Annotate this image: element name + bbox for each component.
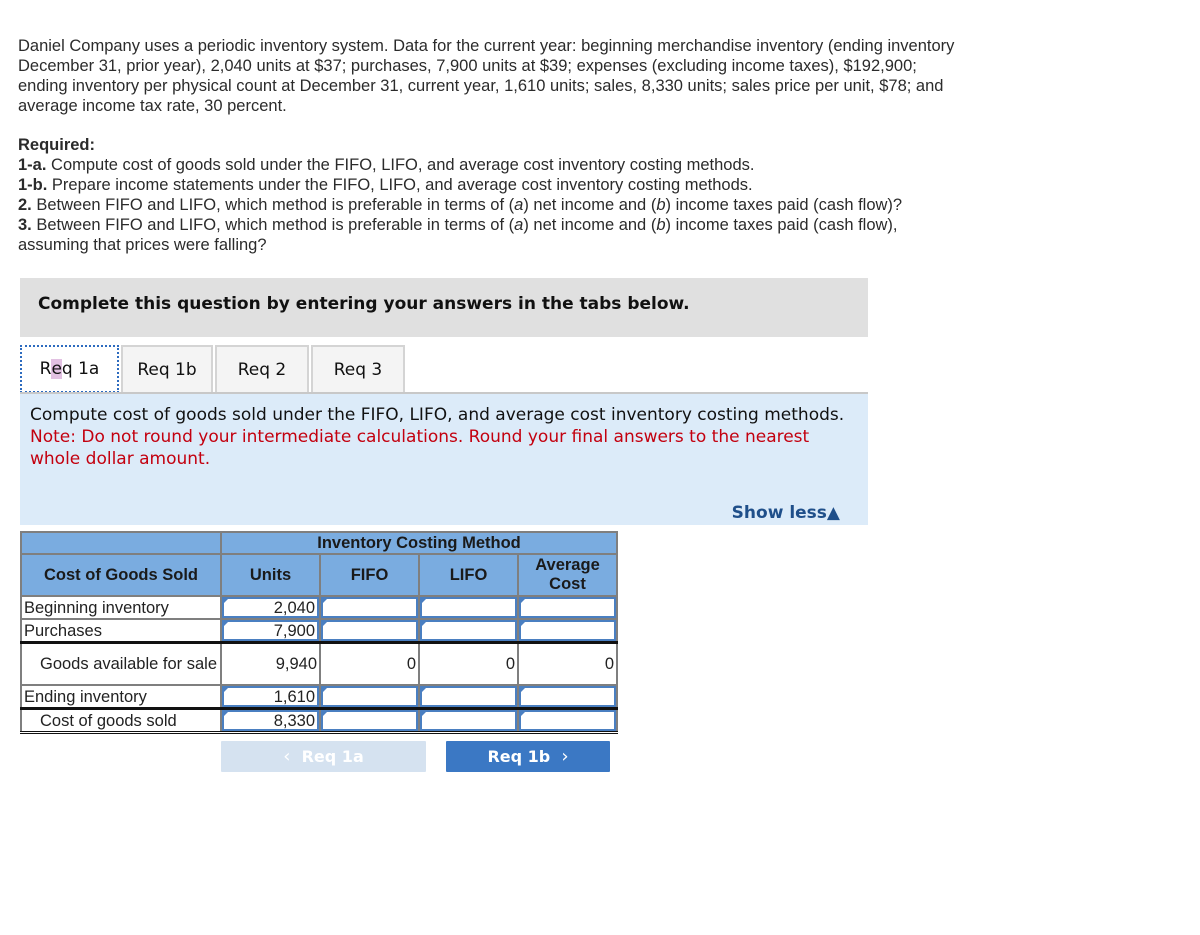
- lifo-input[interactable]: [420, 686, 517, 707]
- show-less-link[interactable]: Show less▲: [732, 503, 840, 523]
- tab-req-1a[interactable]: Req 1a: [20, 345, 119, 393]
- header-inventory-costing-method: Inventory Costing Method: [220, 531, 618, 555]
- units-value: 9,940: [220, 641, 321, 686]
- lifo-input[interactable]: [420, 597, 517, 618]
- fifo-value: 0: [319, 641, 420, 686]
- prev-req-button: ‹ Req 1a: [221, 741, 426, 772]
- chevron-left-icon: ‹: [283, 746, 291, 767]
- triangle-up-icon: ▲: [826, 503, 840, 523]
- instruction-text: Compute cost of goods sold under the FIF…: [30, 405, 845, 425]
- instructions-banner: Complete this question by entering your …: [20, 278, 868, 337]
- row-label: Goods available for sale: [20, 641, 222, 686]
- requirement-1a: 1-a. Compute cost of goods sold under th…: [18, 156, 755, 174]
- lifo-input[interactable]: [420, 620, 517, 641]
- fifo-input[interactable]: [321, 597, 418, 618]
- tab-req-1b[interactable]: Req 1b: [121, 345, 213, 393]
- header-blank: [20, 531, 222, 555]
- banner-text: Complete this question by entering your …: [38, 294, 690, 314]
- header-lifo: LIFO: [418, 553, 519, 597]
- table-row: Goods available for sale 9,940 0 0 0: [20, 641, 618, 686]
- cogs-table: Inventory Costing Method Cost of Goods S…: [20, 531, 618, 734]
- requirement-3: 3. Between FIFO and LIFO, which method i…: [18, 216, 898, 254]
- fifo-input[interactable]: [321, 620, 418, 641]
- problem-intro: Daniel Company uses a periodic inventory…: [18, 37, 955, 115]
- units-input[interactable]: 8,330: [222, 710, 319, 731]
- header-average-cost: Average Cost: [517, 553, 618, 597]
- units-input[interactable]: 1,610: [222, 686, 319, 707]
- tab-bar: Req 1a Req 1b Req 2 Req 3: [20, 345, 407, 393]
- header-cost-of-goods-sold: Cost of Goods Sold: [20, 553, 222, 597]
- row-label: Purchases: [20, 618, 222, 644]
- table-row: Cost of goods sold 8,330: [20, 707, 618, 734]
- units-input[interactable]: 7,900: [222, 620, 319, 641]
- row-label: Cost of goods sold: [20, 707, 222, 734]
- fifo-input[interactable]: [321, 686, 418, 707]
- table-row: Purchases 7,900: [20, 618, 618, 644]
- chevron-right-icon: ›: [561, 746, 569, 767]
- table-row: Beginning inventory 2,040: [20, 595, 618, 620]
- row-label: Ending inventory: [20, 684, 222, 710]
- average-cost-input[interactable]: [519, 710, 616, 731]
- lifo-input[interactable]: [420, 710, 517, 731]
- header-fifo: FIFO: [319, 553, 420, 597]
- instruction-panel: Compute cost of goods sold under the FIF…: [20, 394, 868, 525]
- requirements-section: Required: 1-a. Compute cost of goods sol…: [18, 135, 958, 255]
- next-req-button[interactable]: Req 1b ›: [446, 741, 610, 772]
- header-units: Units: [220, 553, 321, 597]
- units-input[interactable]: 2,040: [222, 597, 319, 618]
- required-heading: Required:: [18, 136, 96, 154]
- rounding-note: Note: Do not round your intermediate cal…: [30, 427, 810, 469]
- average-cost-input[interactable]: [519, 597, 616, 618]
- table-row: Ending inventory 1,610: [20, 684, 618, 710]
- tab-req-2[interactable]: Req 2: [215, 345, 309, 393]
- requirement-1b: 1-b. Prepare income statements under the…: [18, 176, 753, 194]
- average-cost-input[interactable]: [519, 686, 616, 707]
- average-cost-value: 0: [517, 641, 618, 686]
- lifo-value: 0: [418, 641, 519, 686]
- average-cost-input[interactable]: [519, 620, 616, 641]
- requirement-2: 2. Between FIFO and LIFO, which method i…: [18, 196, 903, 214]
- row-label: Beginning inventory: [20, 595, 222, 620]
- fifo-input[interactable]: [321, 710, 418, 731]
- tab-req-3[interactable]: Req 3: [311, 345, 405, 393]
